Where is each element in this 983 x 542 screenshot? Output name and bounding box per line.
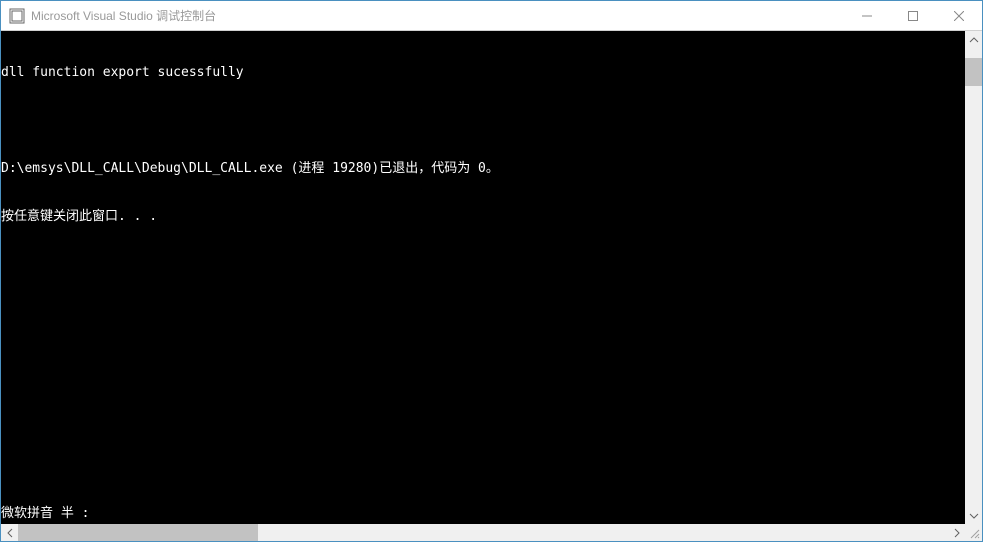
content-area: dll function export sucessfully D:\emsys… [1, 31, 982, 541]
titlebar[interactable]: Microsoft Visual Studio 调试控制台 [1, 1, 982, 31]
console-line: dll function export sucessfully [1, 65, 965, 81]
console-viewport: dll function export sucessfully D:\emsys… [1, 31, 982, 524]
horizontal-scrollbar[interactable] [1, 524, 965, 541]
resize-grip[interactable] [965, 524, 982, 541]
console-line: 按任意键关闭此窗口. . . [1, 209, 965, 225]
console-output[interactable]: dll function export sucessfully D:\emsys… [1, 31, 965, 524]
console-line [1, 113, 965, 129]
horizontal-scrollbar-row [1, 524, 982, 541]
ime-status-line: 微软拼音 半 : [1, 506, 965, 522]
scroll-left-button[interactable] [1, 524, 18, 541]
console-spacer [1, 257, 965, 506]
close-button[interactable] [936, 1, 982, 30]
scroll-up-button[interactable] [965, 31, 982, 48]
app-window: Microsoft Visual Studio 调试控制台 dll functi… [0, 0, 983, 542]
minimize-button[interactable] [844, 1, 890, 30]
scroll-right-button[interactable] [948, 524, 965, 541]
vertical-scroll-track[interactable] [965, 48, 982, 507]
maximize-button[interactable] [890, 1, 936, 30]
vertical-scroll-thumb[interactable] [965, 58, 982, 86]
horizontal-scroll-thumb[interactable] [18, 524, 258, 541]
console-lines: dll function export sucessfully D:\emsys… [1, 33, 965, 257]
vertical-scrollbar[interactable] [965, 31, 982, 524]
window-controls [844, 1, 982, 30]
horizontal-scroll-track[interactable] [18, 524, 948, 541]
app-icon [9, 8, 25, 24]
window-title: Microsoft Visual Studio 调试控制台 [31, 7, 844, 24]
console-line: D:\emsys\DLL_CALL\Debug\DLL_CALL.exe (进程… [1, 161, 965, 177]
scroll-down-button[interactable] [965, 507, 982, 524]
